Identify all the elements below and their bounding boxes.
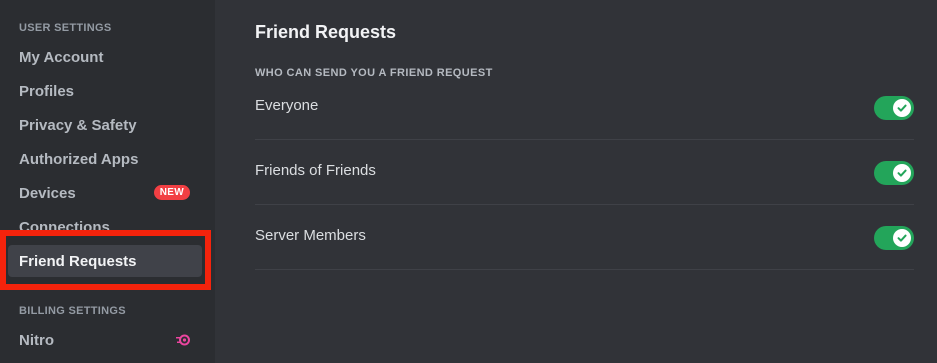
settings-sidebar: USER SETTINGS My Account Profiles Privac… bbox=[0, 0, 215, 363]
option-label: Everyone bbox=[255, 97, 319, 114]
checkmark-icon bbox=[897, 234, 907, 242]
checkmark-icon bbox=[897, 169, 907, 177]
option-label: Friends of Friends bbox=[255, 162, 376, 179]
sidebar-item-devices[interactable]: Devices NEW bbox=[8, 177, 202, 209]
user-settings-header: USER SETTINGS bbox=[19, 22, 112, 34]
sidebar-item-nitro[interactable]: Nitro bbox=[8, 324, 202, 356]
option-row-server-members: Server Members bbox=[255, 205, 914, 270]
billing-settings-header: BILLING SETTINGS bbox=[19, 305, 126, 317]
settings-content: Friend Requests WHO CAN SEND YOU A FRIEN… bbox=[215, 0, 937, 363]
option-label: Server Members bbox=[255, 227, 366, 244]
everyone-toggle[interactable] bbox=[874, 96, 914, 120]
page-title: Friend Requests bbox=[255, 22, 397, 42]
settings-window: USER SETTINGS My Account Profiles Privac… bbox=[0, 0, 937, 363]
sidebar-item-label: My Account bbox=[19, 48, 104, 66]
toggle-knob bbox=[893, 99, 911, 117]
sidebar-item-label: Authorized Apps bbox=[19, 150, 139, 168]
new-badge: NEW bbox=[153, 185, 190, 200]
sidebar-item-my-account[interactable]: My Account bbox=[8, 41, 202, 73]
highlight-annotation bbox=[0, 230, 211, 290]
sidebar-item-authorized-apps[interactable]: Authorized Apps bbox=[8, 143, 202, 175]
sidebar-item-privacy-safety[interactable]: Privacy & Safety bbox=[8, 109, 202, 141]
option-row-everyone: Everyone bbox=[255, 75, 914, 140]
nitro-icon bbox=[176, 334, 190, 346]
sidebar-item-label: Devices bbox=[19, 184, 76, 202]
server-members-toggle[interactable] bbox=[874, 226, 914, 250]
sidebar-item-label: Profiles bbox=[19, 82, 75, 100]
checkmark-icon bbox=[897, 104, 907, 112]
friends-of-friends-toggle[interactable] bbox=[874, 161, 914, 185]
toggle-knob bbox=[893, 164, 911, 182]
toggle-knob bbox=[893, 229, 911, 247]
sidebar-item-profiles[interactable]: Profiles bbox=[8, 75, 202, 107]
sidebar-item-label: Nitro bbox=[19, 331, 54, 349]
sidebar-item-label: Privacy & Safety bbox=[19, 116, 137, 134]
option-row-friends-of-friends: Friends of Friends bbox=[255, 140, 914, 205]
